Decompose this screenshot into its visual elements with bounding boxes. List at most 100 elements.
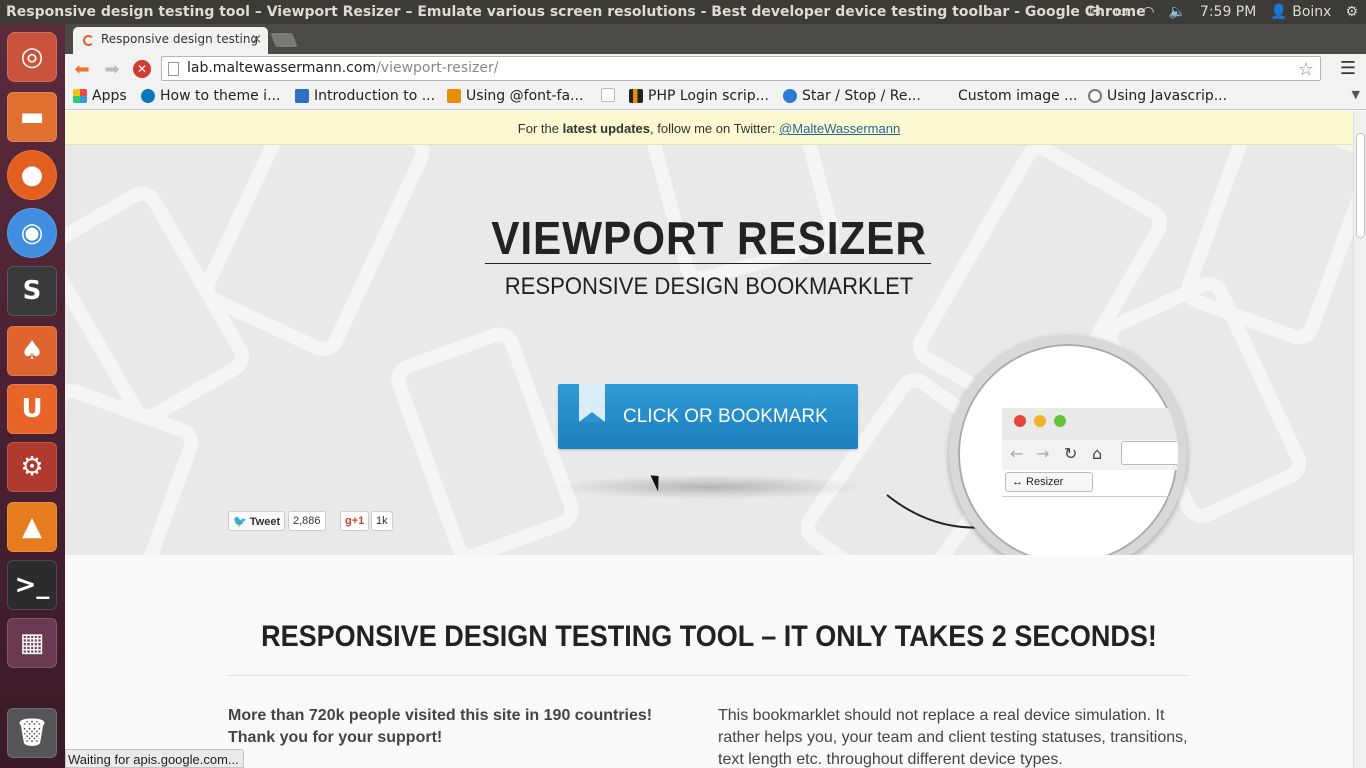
resizer-label: ↔ Resizer <box>1012 476 1064 488</box>
user-name: Boinx <box>1292 4 1332 20</box>
gplus-label: +1 <box>351 515 365 527</box>
workspace-switcher-icon[interactable]: ▦ <box>7 618 57 668</box>
bookmark-label: Using @font-fa... <box>466 88 584 104</box>
globe-icon <box>783 89 797 103</box>
bookmark-item[interactable]: How to theme i... <box>141 88 280 104</box>
forward-arrow-icon: → <box>1036 444 1050 463</box>
blue-square-icon <box>295 89 309 103</box>
window-title: Responsive design testing tool – Viewpor… <box>6 4 1146 20</box>
battery-icon[interactable]: ▭ <box>1115 4 1128 20</box>
volume-icon[interactable]: 🔈 <box>1168 4 1185 20</box>
gplus-icon: g <box>345 515 352 527</box>
twitter-link[interactable]: @MalteWassermann <box>779 121 900 136</box>
new-tab-button[interactable] <box>270 33 298 47</box>
visitors-text: More than 720k people visited this site … <box>228 705 668 749</box>
reload-icon: ↻ <box>1064 444 1078 463</box>
ubuntu-dash-icon[interactable]: ◎ <box>7 32 57 82</box>
button-shadow <box>555 475 865 499</box>
mail-icon[interactable]: ✉ <box>1089 4 1101 20</box>
loading-spinner-icon <box>83 35 94 46</box>
description-text: This bookmarklet should not replace a re… <box>718 707 1188 768</box>
stop-button[interactable]: ✕ <box>131 58 153 80</box>
bookmark-item[interactable]: Introduction to ... <box>295 88 435 104</box>
content-section: RESPONSIVE DESIGN TESTING TOOL – IT ONLY… <box>65 555 1353 768</box>
address-bar[interactable]: lab.maltewassermann.com/viewport-resizer… <box>161 56 1321 81</box>
bookmarks-bar: Apps How to theme i... Introduction to .… <box>65 84 1366 110</box>
bookmark-item[interactable]: Using @font-fa... <box>447 88 583 104</box>
tab-active[interactable]: Responsive design testing × <box>73 27 268 54</box>
chrome-icon[interactable]: ◉ <box>7 208 57 258</box>
bookmark-button[interactable]: CLICK OR BOOKMARK <box>558 384 858 449</box>
bookmark-item[interactable] <box>601 88 620 102</box>
mock-resizer-bookmark: ↔ Resizer <box>1005 472 1093 492</box>
visitors-line-1: More than 720k people visited this site … <box>228 707 653 724</box>
bookmark-button-label: CLICK OR BOOKMARK <box>623 406 828 427</box>
scrollbar-thumb[interactable] <box>1356 133 1365 238</box>
hero-section: VIEWPORT RESIZER RESPONSIVE DESIGN BOOKM… <box>65 145 1353 555</box>
bookmark-label: Star / Stop / Re... <box>802 88 921 104</box>
hero-divider <box>485 263 931 264</box>
maximize-dot-icon <box>1054 415 1066 427</box>
browser-window: Responsive design testing × ⬅ ➡ ✕ lab.ma… <box>65 24 1366 768</box>
ubuntu-one-icon[interactable]: U <box>7 384 57 434</box>
stop-icon: ✕ <box>133 60 151 78</box>
tweet-label: Tweet <box>249 516 281 528</box>
vlc-icon[interactable]: ▲ <box>7 502 57 552</box>
software-center-icon[interactable]: ♠ <box>7 326 57 376</box>
tweet-button[interactable]: 🐦 Tweet <box>228 511 286 531</box>
bookmark-item[interactable]: PHP Login scrip... <box>629 88 769 104</box>
bookmark-star-icon[interactable]: ☆ <box>1298 59 1314 80</box>
page-viewport: For the latest updates, follow me on Twi… <box>65 111 1353 768</box>
url-path: /viewport-resizer/ <box>376 60 499 76</box>
gplus-count: 1k <box>371 511 393 531</box>
bookmark-item[interactable]: Star / Stop / Re... <box>783 88 921 104</box>
bookmark-item[interactable]: Apps <box>73 88 127 104</box>
tweet-count: 2,886 <box>288 511 326 531</box>
tab-title: Responsive design testing <box>101 32 259 46</box>
page-scrollbar[interactable] <box>1353 111 1366 768</box>
user-icon: 👤 <box>1270 4 1288 20</box>
firefox-icon[interactable]: ● <box>7 150 57 200</box>
clock[interactable]: 7:59 PM <box>1200 4 1256 20</box>
notice-text: For the <box>517 121 563 136</box>
system-tray: ✉ ▭ ◠ 🔈 7:59 PM 👤 Boinx ⚙ <box>1089 0 1358 24</box>
bookmarks-overflow-icon[interactable]: ▼ <box>1352 88 1360 101</box>
bookmark-label: PHP Login scrip... <box>648 88 769 104</box>
bookmark-item[interactable]: Custom image ... <box>958 88 1078 104</box>
gear-icon[interactable]: ⚙ <box>1345 4 1358 20</box>
gplus-button[interactable]: g+1 <box>340 511 370 531</box>
bookmark-label: How to theme i... <box>160 88 281 104</box>
bookmark-item[interactable]: Using Javascrip... <box>1088 88 1227 104</box>
apps-grid-icon <box>73 89 87 103</box>
twitter-notice: For the latest updates, follow me on Twi… <box>65 111 1353 145</box>
chrome-menu-icon[interactable]: ☰ <box>1340 58 1356 79</box>
back-arrow-icon: ← <box>1010 444 1024 463</box>
close-dot-icon <box>1014 415 1026 427</box>
twitter-bird-icon: 🐦 <box>233 516 247 528</box>
bookmark-label: Introduction to ... <box>314 88 436 104</box>
status-bubble: Waiting for apis.google.com... <box>65 749 244 768</box>
page-icon <box>168 62 179 76</box>
sublime-text-icon[interactable]: S <box>7 266 57 316</box>
bookmark-label: Custom image ... <box>958 88 1078 104</box>
terminal-icon[interactable]: >_ <box>7 560 57 610</box>
back-button[interactable]: ⬅ <box>71 58 93 80</box>
system-settings-icon[interactable]: ⚙ <box>7 442 57 492</box>
notice-bold: latest updates <box>562 121 651 136</box>
forward-button[interactable]: ➡ <box>101 58 123 80</box>
minimize-dot-icon <box>1034 415 1046 427</box>
mock-divider <box>1002 496 1178 497</box>
notice-text-2: , follow me on Twitter: <box>650 121 780 136</box>
launcher: ◎ ▬ ● ◉ S ♠ U ⚙ ▲ >_ ▦ 🗑 <box>0 24 65 768</box>
home-icon: ⌂ <box>1092 444 1103 463</box>
wifi-icon[interactable]: ◠ <box>1142 4 1154 20</box>
mock-urlbar <box>1121 441 1178 465</box>
asterisk-icon <box>447 89 461 103</box>
url-host: lab.maltewassermann.com <box>187 60 377 76</box>
section-title: RESPONSIVE DESIGN TESTING TOOL – IT ONLY… <box>261 620 1157 653</box>
user-menu[interactable]: 👤 Boinx <box>1270 4 1331 20</box>
tab-close-icon[interactable]: × <box>251 32 262 47</box>
browser-toolbar: ⬅ ➡ ✕ lab.maltewassermann.com/viewport-r… <box>65 54 1366 84</box>
trash-icon[interactable]: 🗑 <box>7 708 57 758</box>
files-icon[interactable]: ▬ <box>7 92 57 142</box>
